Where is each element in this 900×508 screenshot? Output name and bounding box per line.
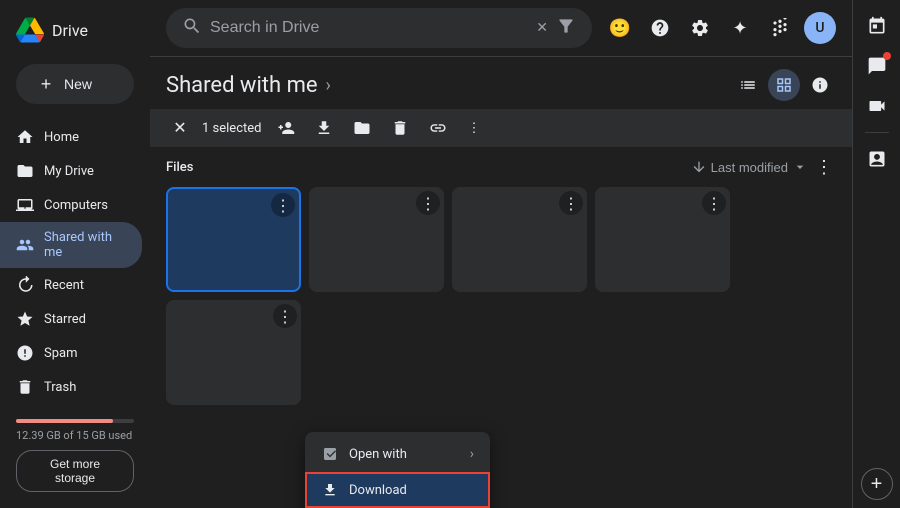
file-card-4[interactable]: ⋮ [595, 187, 730, 292]
file-card-menu-4[interactable]: ⋮ [702, 191, 726, 215]
storage-bar-container [16, 419, 134, 423]
link-toolbar-button[interactable] [421, 113, 455, 143]
calendar-button[interactable] [859, 8, 895, 44]
file-card-menu-1[interactable]: ⋮ [271, 193, 295, 217]
chat-button[interactable] [859, 48, 895, 84]
drive-logo: Drive [0, 8, 150, 52]
starred-icon [16, 310, 34, 328]
context-menu-open-with[interactable]: Open with › [305, 436, 490, 472]
files-grid: ⋮ ⋮ ⋮ ⋮ ⋮ [166, 187, 836, 405]
file-card-1[interactable]: ⋮ [166, 187, 301, 292]
files-area: Files Last modified ⋮ ⋮ ⋮ ⋮ [150, 147, 852, 508]
open-with-icon [321, 445, 339, 463]
sidebar-item-shared-with-me[interactable]: Shared with me [0, 222, 142, 268]
sidebar-item-home[interactable]: Home [0, 120, 142, 154]
file-card-5[interactable]: ⋮ [166, 300, 301, 405]
info-panel-button[interactable] [804, 69, 836, 101]
sort-button[interactable] [691, 159, 707, 175]
trash-nav-icon [16, 378, 34, 396]
clear-search-icon[interactable]: ✕ [536, 20, 548, 36]
page-header: Shared with me › [150, 57, 852, 109]
add-user-toolbar-button[interactable] [269, 113, 303, 143]
last-modified-sort[interactable]: Last modified [711, 159, 808, 175]
settings-button[interactable] [684, 12, 716, 44]
sidebar-item-trash[interactable]: Trash [0, 370, 142, 404]
meet-button[interactable] [859, 88, 895, 124]
right-panel: + [852, 0, 900, 508]
clear-selection-button[interactable]: ✕ [166, 114, 194, 142]
files-more-button[interactable]: ⋮ [812, 155, 836, 179]
breadcrumb-chevron-icon[interactable]: › [326, 75, 331, 96]
sidebar-item-recent[interactable]: Recent [0, 268, 142, 302]
add-panel-button[interactable]: + [861, 468, 893, 500]
file-card-menu-5[interactable]: ⋮ [273, 304, 297, 328]
files-label: Files [166, 160, 193, 175]
sort-section: Last modified ⋮ [691, 155, 836, 179]
plus-icon: + [36, 74, 56, 94]
sidebar-item-my-drive[interactable]: My Drive [0, 154, 142, 188]
delete-toolbar-button[interactable] [383, 113, 417, 143]
computers-icon [16, 196, 34, 214]
new-button[interactable]: + New [16, 64, 134, 104]
files-header: Files Last modified ⋮ [166, 155, 836, 179]
header-icons: 🙂 ✦ U [604, 12, 836, 44]
download-toolbar-button[interactable] [307, 113, 341, 143]
right-panel-divider [865, 132, 889, 133]
page-title-row: Shared with me › [166, 73, 331, 98]
search-icon [182, 16, 202, 40]
help-button[interactable] [644, 12, 676, 44]
file-card-3[interactable]: ⋮ [452, 187, 587, 292]
selection-toolbar: ✕ 1 selected ⋮ [150, 109, 852, 147]
file-card-menu-2[interactable]: ⋮ [416, 191, 440, 215]
recent-icon [16, 276, 34, 294]
storage-bar [16, 419, 113, 423]
star-button[interactable]: ✦ [724, 12, 756, 44]
page-title: Shared with me [166, 73, 318, 98]
top-bar: ✕ 🙂 ✦ U [150, 0, 852, 57]
view-toggles [732, 69, 836, 101]
get-more-storage-button[interactable]: Get more storage [16, 450, 134, 492]
context-menu-download[interactable]: Download [305, 472, 490, 508]
selected-count: 1 selected [202, 121, 261, 136]
sidebar-item-starred[interactable]: Starred [0, 302, 142, 336]
sidebar-item-computers[interactable]: Computers [0, 188, 142, 222]
open-with-arrow-icon: › [470, 446, 474, 462]
list-view-button[interactable] [732, 69, 764, 101]
storage-text: 12.39 GB of 15 GB used [16, 429, 134, 442]
sidebar-item-spam[interactable]: Spam [0, 336, 142, 370]
more-toolbar-button[interactable]: ⋮ [459, 114, 488, 142]
user-avatar[interactable]: U [804, 12, 836, 44]
file-card-menu-3[interactable]: ⋮ [559, 191, 583, 215]
sidebar: Drive + New Home My Drive Computers Shar… [0, 0, 150, 508]
my-drive-icon [16, 162, 34, 180]
shared-icon [16, 236, 34, 254]
emoji-button[interactable]: 🙂 [604, 12, 636, 44]
move-toolbar-button[interactable] [345, 113, 379, 143]
home-icon [16, 128, 34, 146]
grid-view-button[interactable] [768, 69, 800, 101]
filter-icon[interactable] [556, 16, 576, 40]
tasks-button[interactable] [859, 141, 895, 177]
spam-icon [16, 344, 34, 362]
apps-button[interactable] [764, 12, 796, 44]
context-menu: Open with › Download Rename Ctrl+Alt+E [305, 432, 490, 508]
download-icon [321, 481, 339, 499]
file-card-2[interactable]: ⋮ [309, 187, 444, 292]
storage-section: 12.39 GB of 15 GB used Get more storage [0, 411, 150, 500]
search-input[interactable] [210, 19, 528, 37]
logo-text: Drive [52, 21, 88, 40]
search-bar[interactable]: ✕ [166, 8, 592, 48]
main-content: ✕ 🙂 ✦ U Shared with me › [150, 0, 852, 508]
